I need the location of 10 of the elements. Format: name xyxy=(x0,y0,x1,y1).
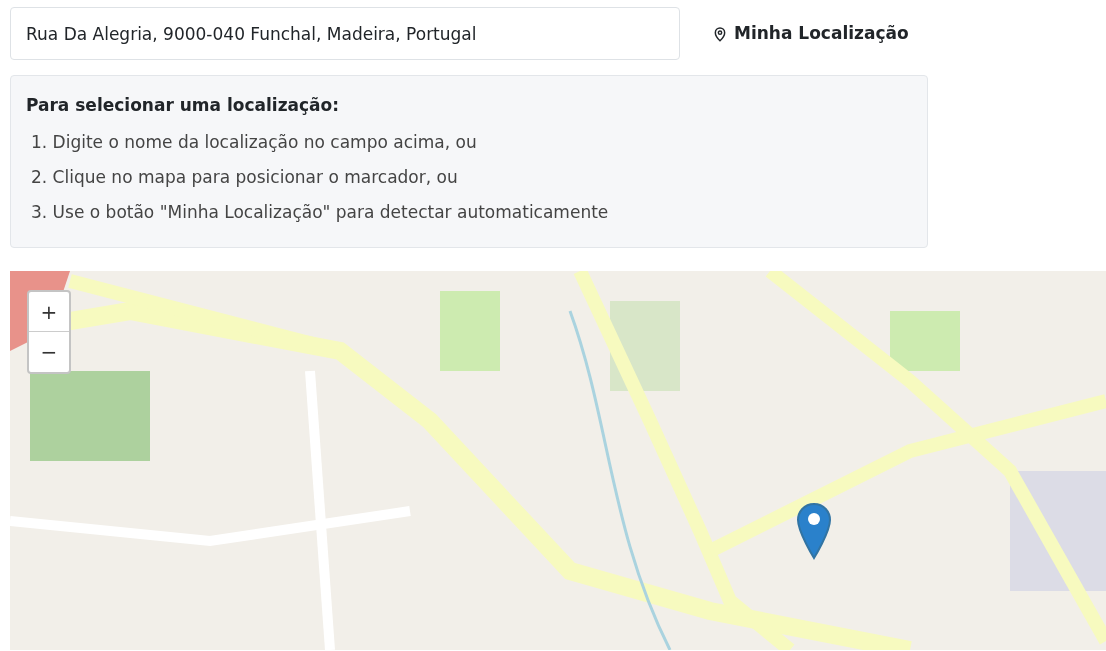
instruction-step: 1. Digite o nome da localização no campo acima, ou xyxy=(26,124,912,160)
location-field[interactable]: Rua Da Alegria, 9000-040 Funchal, Madeira, Portugal xyxy=(10,7,680,60)
zoom-out-button[interactable]: − xyxy=(29,332,69,372)
map-marker-icon xyxy=(796,502,832,560)
instructions-title: Para selecionar uma localização: xyxy=(26,94,341,117)
instruction-step: 2. Clique no mapa para posicionar o marcador, ou xyxy=(26,159,912,195)
my-location-button[interactable]: Minha Localização xyxy=(712,20,909,47)
location-pin-icon xyxy=(712,24,728,43)
instruction-step: 3. Use o botão "Minha Localização" para detectar automaticamente xyxy=(26,194,912,230)
map[interactable]: + − xyxy=(10,271,1106,650)
